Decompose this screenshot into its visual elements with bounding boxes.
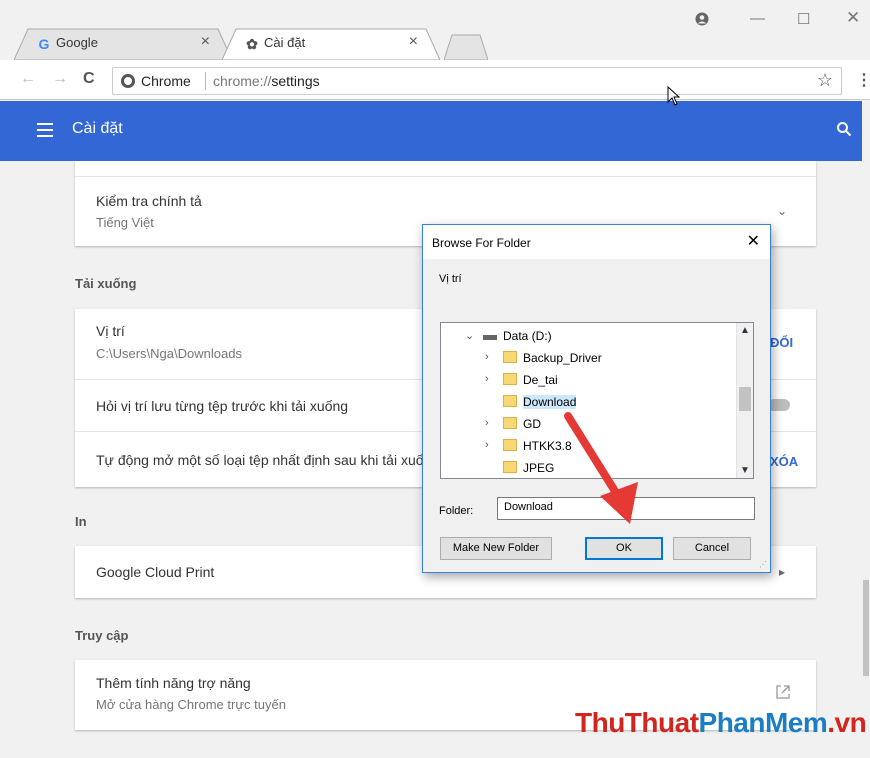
tab-settings[interactable]: ✿ Cài đặt × [222,28,440,60]
resize-grip-icon[interactable]: ⋰ [759,560,767,569]
chrome-window: G Google × ✿ Cài đặt × — ☐ ✕ ← → C Chrom… [0,0,870,758]
change-location-button[interactable]: ĐỔI [770,335,793,350]
location-title: Vị trí [96,323,125,339]
section-title-accessibility: Truy cập [75,628,129,643]
chevron-right-icon[interactable]: › [485,351,489,363]
tree-item-drive[interactable]: ⌄ Data (D:) [465,327,705,347]
chevron-right-icon[interactable]: › [485,373,489,385]
external-link-icon[interactable] [775,684,791,700]
page-title: Cài đặt [72,120,123,137]
dialog-titlebar: Browse For Folder ✕ [423,225,770,259]
folder-icon [503,461,517,473]
omnibox-url: chrome://settings [213,73,320,89]
tab-title: Google [56,35,98,50]
auto-open-title: Tự động mở một số loại tệp nhất định sau… [96,452,424,468]
folder-icon [503,351,517,363]
tab-title: Cài đặt [264,35,306,50]
chevron-down-icon[interactable]: ⌄ [465,329,474,342]
tree-scrollbar[interactable]: ▲ ▼ [736,323,753,478]
minimize-icon[interactable]: — [750,10,765,27]
folder-icon [503,417,517,429]
accessibility-title: Thêm tính năng trợ năng [96,675,251,691]
settings-header: Cài đặt [0,101,862,161]
chrome-icon [121,74,135,88]
section-title-downloads: Tải xuống [75,276,137,291]
annotation-arrow-icon [564,412,638,524]
menu-icon[interactable]: ⋮ [856,70,870,90]
hamburger-menu-icon[interactable] [37,123,53,137]
omnibox-chip: Chrome [141,73,191,89]
window-close-icon[interactable]: ✕ [846,8,860,28]
scroll-up-icon[interactable]: ▲ [740,325,750,336]
folder-icon [503,439,517,451]
spellcheck-title: Kiểm tra chính tả [96,193,202,209]
google-favicon-icon: G [38,36,50,52]
tree-scrollbar-thumb[interactable] [739,387,751,411]
spellcheck-value: Tiếng Việt [96,215,154,230]
search-icon[interactable] [836,121,852,137]
forward-icon[interactable]: → [52,70,68,88]
omnibox-separator [205,72,206,90]
folder-icon [503,395,517,407]
tab-close-icon[interactable]: × [409,33,418,51]
toolbar: ← → C Chrome chrome://settings ☆ [0,60,870,100]
page-scrollbar-thumb[interactable] [863,580,869,676]
mouse-cursor-icon [667,86,681,106]
chevron-down-icon[interactable]: ⌄ [777,204,787,218]
tree-item-folder[interactable]: › De_tai [485,371,725,391]
gear-icon: ✿ [246,36,258,52]
tab-google[interactable]: G Google × [14,28,232,60]
dialog-close-icon[interactable]: ✕ [747,231,760,251]
maximize-icon[interactable]: ☐ [797,10,810,28]
ok-button[interactable]: OK [585,537,663,560]
new-tab-button[interactable] [444,34,488,60]
ask-where-title: Hỏi vị trí lưu từng tệp trước khi tải xu… [96,398,349,414]
ask-where-toggle[interactable] [768,399,790,411]
dialog-title: Browse For Folder [432,236,531,250]
tab-close-icon[interactable]: × [201,33,210,51]
scroll-down-icon[interactable]: ▼ [740,465,750,476]
reload-icon[interactable]: C [83,70,95,88]
chevron-right-icon[interactable]: › [485,439,489,451]
cancel-button[interactable]: Cancel [673,537,751,560]
address-bar[interactable]: Chrome chrome://settings ☆ [112,67,842,95]
folder-icon [503,373,517,385]
profile-icon[interactable] [695,12,709,26]
folder-field-label: Folder: [439,505,474,517]
clear-auto-open-button[interactable]: XÓA [770,454,798,469]
chevron-right-icon: ▸ [779,565,786,579]
accessibility-value: Mở cửa hàng Chrome trực tuyến [96,697,286,712]
watermark-logo: ThuThuatPhanMem.vn [575,707,867,738]
dialog-location-label: Vị trí [439,273,462,285]
back-icon[interactable]: ← [20,70,36,88]
bookmark-star-icon[interactable]: ☆ [817,70,833,91]
location-value: C:\Users\Nga\Downloads [96,346,242,361]
tab-strip: G Google × ✿ Cài đặt × — ☐ ✕ [0,0,870,60]
section-title-print: In [75,514,87,529]
tree-item-folder[interactable]: › Backup_Driver [485,349,725,369]
cloud-print-title: Google Cloud Print [96,564,215,580]
chevron-right-icon[interactable]: › [485,417,489,429]
make-new-folder-button[interactable]: Make New Folder [440,537,552,560]
drive-icon [483,335,497,340]
